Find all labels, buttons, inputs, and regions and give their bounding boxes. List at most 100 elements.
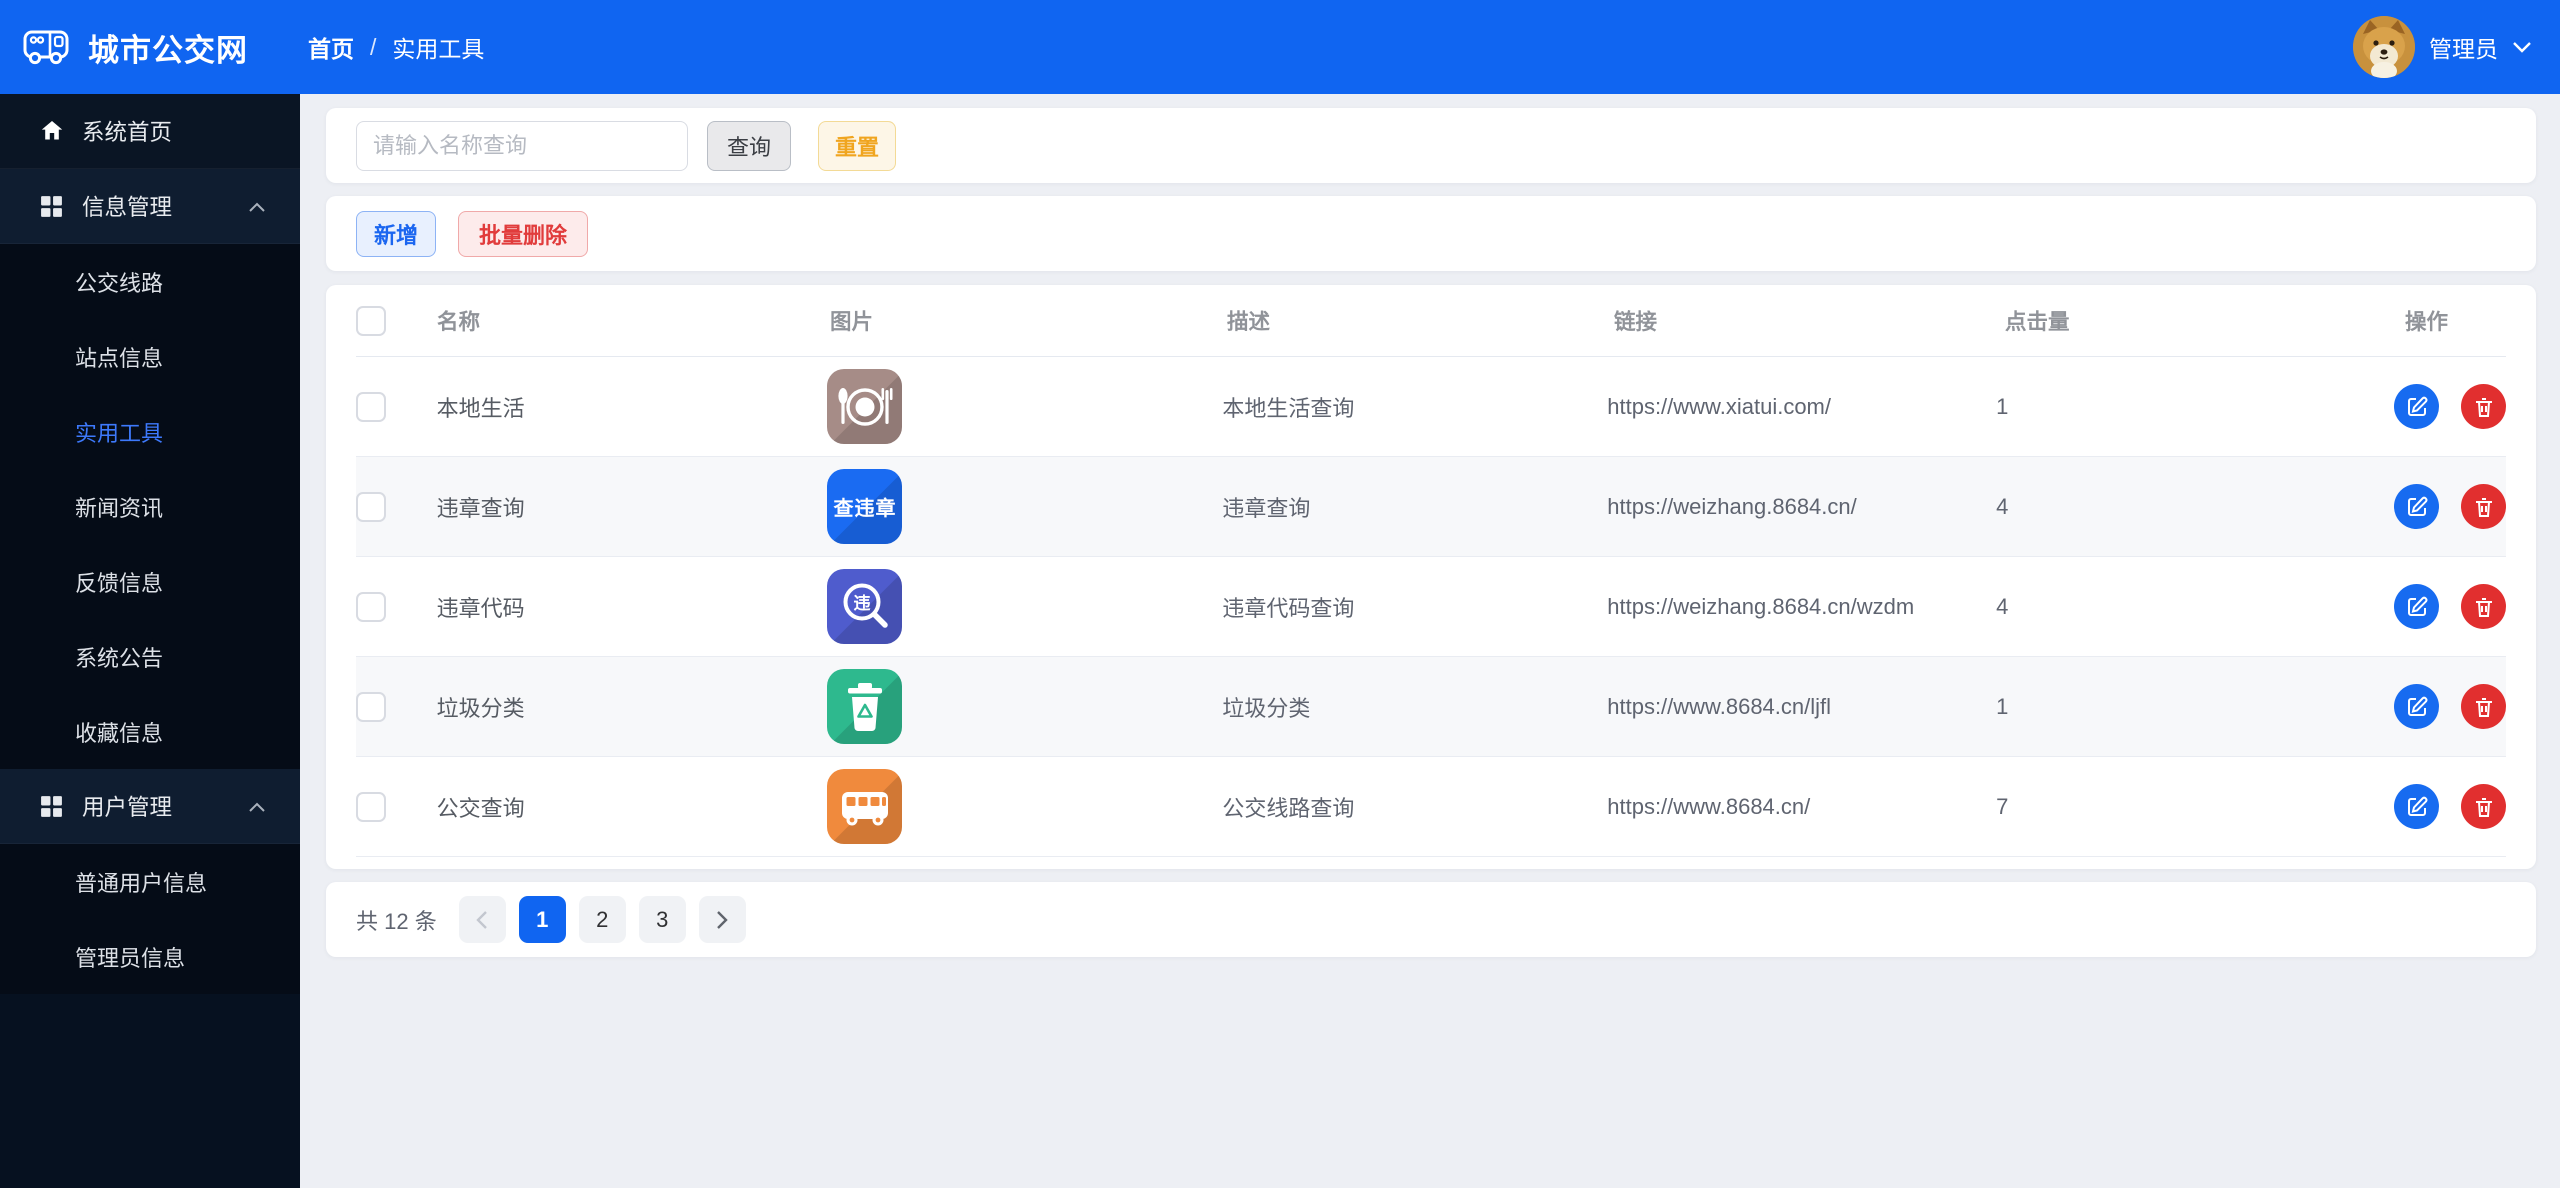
- sidebar-item-station-info[interactable]: 站点信息: [0, 319, 300, 394]
- cell-name: 本地生活: [436, 395, 525, 421]
- table-row: 公交查询 公交线路查询 https://www.8684.cn/ 7: [356, 757, 2507, 857]
- edit-button[interactable]: [2394, 784, 2440, 829]
- cell-clicks: 4: [1996, 593, 2009, 619]
- delete-button[interactable]: [2461, 484, 2507, 529]
- sidebar-item-admin-users[interactable]: 管理员信息: [0, 919, 300, 994]
- data-table: 名称 图片 描述 链接 点击量 操作 本地生活 本地生活查询 https://w…: [326, 285, 2536, 869]
- brand: 城市公交网: [0, 25, 300, 70]
- top-header: 城市公交网 首页 / 实用工具 管理员: [0, 0, 2560, 94]
- column-header-name: 名称: [437, 310, 481, 334]
- page-button-2[interactable]: 2: [578, 896, 626, 943]
- violation-code-magnifier-icon: 违: [827, 569, 903, 644]
- add-button[interactable]: 新增: [356, 210, 436, 257]
- row-checkbox[interactable]: [356, 791, 386, 822]
- search-input[interactable]: [356, 120, 688, 171]
- icon-label: 查违章: [833, 498, 897, 520]
- sidebar: 系统首页 信息管理 公交线路 站点信息 实用工具 新闻资讯 反馈信息 系统公告 …: [0, 94, 300, 1188]
- bus-logo-icon: [22, 27, 70, 67]
- chevron-up-icon: [248, 793, 266, 819]
- cell-link[interactable]: https://www.8684.cn/: [1607, 794, 1996, 820]
- search-bar: 查询 重置: [326, 108, 2536, 183]
- edit-button[interactable]: [2394, 484, 2440, 529]
- user-name: 管理员: [2429, 36, 2498, 62]
- edit-button[interactable]: [2394, 684, 2440, 729]
- select-all-checkbox[interactable]: [356, 305, 386, 336]
- delete-button[interactable]: [2461, 584, 2507, 629]
- breadcrumb-current: 实用工具: [392, 36, 485, 62]
- sidebar-item-news[interactable]: 新闻资讯: [0, 469, 300, 544]
- row-checkbox[interactable]: [356, 491, 386, 522]
- pagination: 共 12 条 1 2 3: [326, 882, 2536, 957]
- table-header-row: 名称 图片 描述 链接 点击量 操作: [356, 285, 2506, 357]
- cell-description: 违章代码查询: [1222, 595, 1355, 621]
- cell-link[interactable]: https://weizhang.8684.cn/wzdm: [1607, 594, 1996, 620]
- sidebar-item-system-home[interactable]: 系统首页: [0, 94, 300, 169]
- cell-name: 垃圾分类: [436, 695, 525, 721]
- breadcrumb-home[interactable]: 首页: [308, 30, 354, 64]
- table-row: 垃圾分类 垃圾分类 https://www.8684.cn/ljfl 1: [356, 657, 2507, 757]
- cell-link[interactable]: https://www.xiatui.com/: [1607, 394, 1996, 420]
- toolbar: 新增 批量删除: [326, 196, 2536, 271]
- cell-description: 垃圾分类: [1222, 695, 1311, 721]
- sidebar-group-label: 信息管理: [82, 195, 173, 220]
- sidebar-item-favorites[interactable]: 收藏信息: [0, 694, 300, 769]
- app-title: 城市公交网: [88, 32, 248, 68]
- chevron-up-icon: [248, 193, 266, 219]
- next-page-button[interactable]: [698, 896, 746, 943]
- sidebar-group-user-management[interactable]: 用户管理: [0, 769, 300, 844]
- column-header-clicks: 点击量: [2005, 310, 2070, 334]
- reset-button[interactable]: 重置: [818, 120, 896, 171]
- cell-name: 违章查询: [436, 495, 525, 521]
- delete-button[interactable]: [2461, 784, 2507, 829]
- table-row: 本地生活 本地生活查询 https://www.xiatui.com/ 1: [356, 357, 2507, 457]
- dining-icon: [827, 369, 903, 444]
- sidebar-item-announcements[interactable]: 系统公告: [0, 619, 300, 694]
- sidebar-item-label: 系统首页: [82, 120, 173, 145]
- sidebar-group-info-management[interactable]: 信息管理: [0, 169, 300, 244]
- edit-button[interactable]: [2394, 384, 2440, 429]
- chevron-down-icon: [2513, 42, 2531, 53]
- edit-button[interactable]: [2394, 584, 2440, 629]
- sidebar-item-utilities-active[interactable]: 实用工具: [0, 394, 300, 469]
- cell-link[interactable]: https://weizhang.8684.cn/: [1607, 494, 1996, 520]
- row-checkbox[interactable]: [356, 391, 386, 422]
- sidebar-item-bus-lines[interactable]: 公交线路: [0, 244, 300, 319]
- sidebar-item-regular-users[interactable]: 普通用户信息: [0, 844, 300, 919]
- sidebar-item-feedback[interactable]: 反馈信息: [0, 544, 300, 619]
- avatar[interactable]: [2353, 16, 2415, 78]
- cell-clicks: 1: [1996, 393, 2009, 419]
- cell-link[interactable]: https://www.8684.cn/ljfl: [1607, 694, 1996, 720]
- table-row: 违章代码 违 违章代码查询 https://weizhang.8684.cn/w…: [356, 557, 2507, 657]
- column-header-link: 链接: [1614, 310, 1658, 334]
- svg-text:违: 违: [853, 593, 870, 613]
- page-button-1[interactable]: 1: [518, 896, 566, 943]
- cell-clicks: 1: [1996, 693, 2009, 719]
- cell-clicks: 7: [1996, 793, 2009, 819]
- home-icon: [38, 118, 65, 145]
- batch-delete-button[interactable]: 批量删除: [458, 210, 588, 257]
- violation-query-icon: 查违章: [827, 469, 903, 544]
- page-button-3[interactable]: 3: [638, 896, 686, 943]
- cell-description: 违章查询: [1222, 495, 1311, 521]
- table-row: 违章查询 查违章 违章查询 https://weizhang.8684.cn/ …: [356, 457, 2507, 557]
- cell-description: 本地生活查询: [1222, 395, 1355, 421]
- breadcrumb: 首页 / 实用工具: [300, 30, 484, 64]
- delete-button[interactable]: [2461, 684, 2507, 729]
- row-checkbox[interactable]: [356, 591, 386, 622]
- delete-button[interactable]: [2461, 384, 2507, 429]
- cell-name: 违章代码: [436, 595, 525, 621]
- chevron-right-icon: [717, 910, 728, 929]
- info-submenu: 公交线路 站点信息 实用工具 新闻资讯 反馈信息 系统公告 收藏信息: [0, 244, 300, 769]
- column-header-description: 描述: [1227, 310, 1271, 334]
- cell-description: 公交线路查询: [1222, 795, 1355, 821]
- row-checkbox[interactable]: [356, 691, 386, 722]
- query-button[interactable]: 查询: [707, 120, 791, 171]
- grid-icon: [38, 193, 65, 220]
- column-header-image: 图片: [830, 310, 874, 334]
- user-menu[interactable]: 管理员: [2353, 16, 2560, 78]
- grid-icon: [38, 793, 65, 820]
- cell-name: 公交查询: [436, 795, 525, 821]
- main-content: 查询 重置 新增 批量删除 名称 图片 描述 链接 点击量 操作 本地生活: [300, 94, 2560, 1188]
- recycle-trash-icon: [827, 669, 903, 744]
- prev-page-button[interactable]: [458, 896, 506, 943]
